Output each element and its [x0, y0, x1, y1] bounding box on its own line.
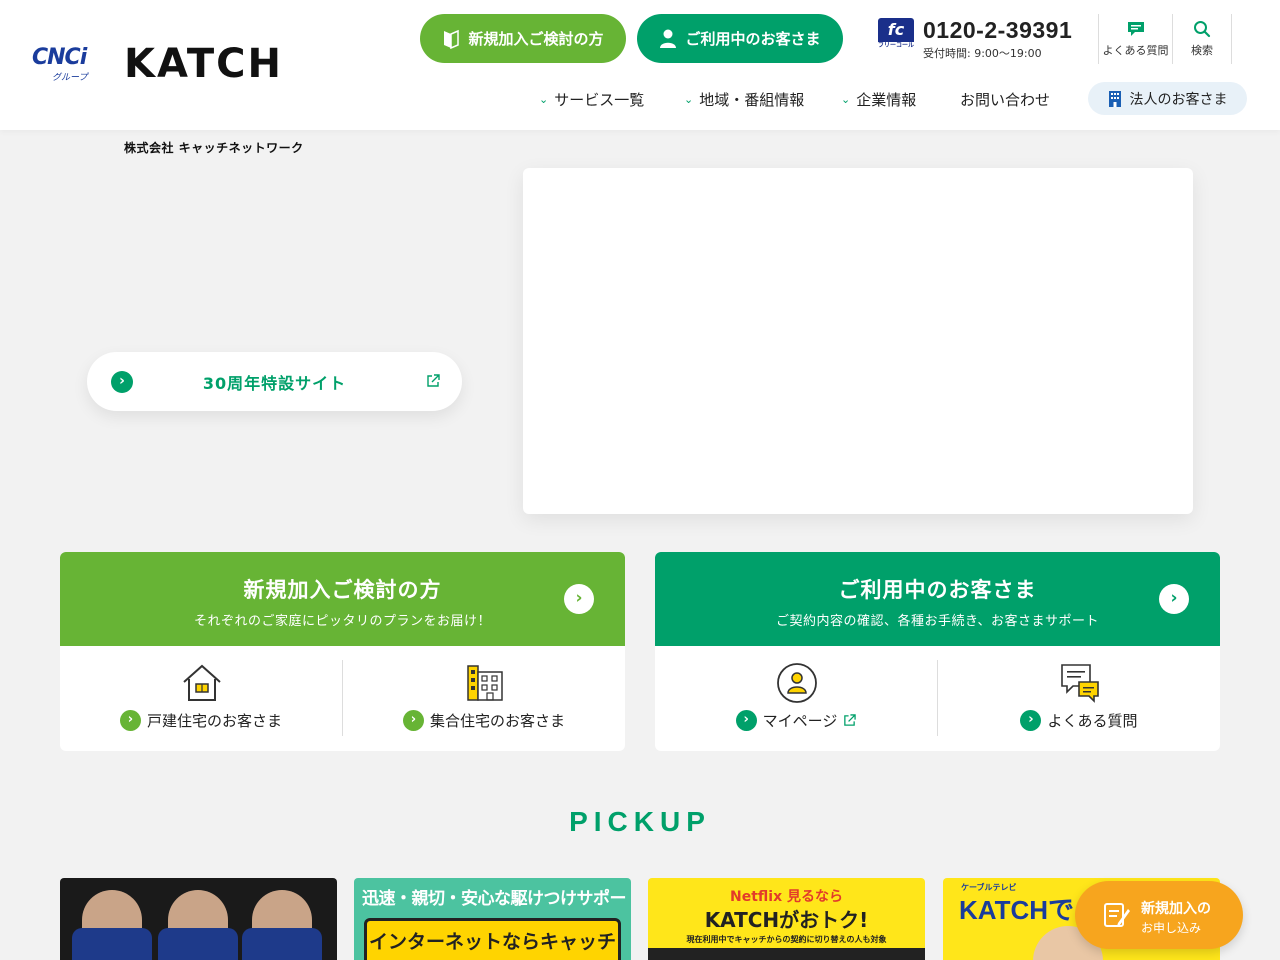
banner-player-jersey: [72, 928, 152, 960]
banner-internet-box: インターネットならキャッチ: [364, 918, 621, 960]
banner-netflix-stripe: [648, 948, 925, 960]
apply-new-subscription-button[interactable]: 新規加入の お申し込み: [1075, 881, 1243, 949]
nav-item-services[interactable]: ⌄ サービス一覧: [539, 86, 644, 112]
detached-house-link[interactable]: › 戸建住宅のお客さま: [60, 646, 342, 751]
search-icon: [1194, 21, 1211, 38]
banner-player-jersey: [242, 928, 322, 960]
phone-number: 0120-2-39391: [923, 17, 1073, 43]
apartment-building-icon: [467, 665, 503, 701]
current-customer-card-desc: ご契約内容の確認、各種お手続き、お客さまサポート: [775, 614, 1100, 629]
nav-item-label: 企業情報: [856, 90, 917, 109]
pickup-banner-internet[interactable]: 迅速・親切・安心な駆けつけサポートも。 インターネットならキャッチ: [354, 878, 631, 960]
banner-netflix-line3: 現在利用中でキャッチからの契約に切り替えの人も対象: [686, 935, 887, 944]
current-customer-card-header[interactable]: ご利用中のお客さま ご契約内容の確認、各種お手続き、お客さまサポート ›: [655, 552, 1220, 646]
external-link-icon: [844, 714, 857, 726]
nav-item-contact[interactable]: お問い合わせ: [960, 86, 1050, 112]
cnci-group-label: グループ: [52, 73, 88, 83]
free-call-badge-sub: フリーコール: [878, 42, 915, 50]
faq-card-label: よくある質問: [1047, 712, 1138, 730]
corporate-customers-label: 法人のお客さま: [1129, 91, 1228, 108]
banner-player-jersey: [158, 928, 238, 960]
cnci-logo-text: CNCi: [32, 45, 87, 70]
faq-link[interactable]: よくある質問: [1098, 14, 1172, 64]
current-customer-card: ご利用中のお客さま ご契約内容の確認、各種お手続き、お客さまサポート › › マイ…: [655, 552, 1220, 751]
corporate-customers-button[interactable]: 法人のお客さま: [1088, 82, 1247, 115]
nav-item-label: 地域・番組情報: [699, 90, 805, 109]
current-customer-card-title: ご利用中のお客さま: [838, 578, 1037, 602]
free-call-badge: fc フリーコール: [878, 18, 915, 50]
building-icon: [1108, 90, 1121, 107]
faq-link-label: よくある質問: [1102, 44, 1169, 57]
new-customer-button[interactable]: 新規加入ご検討の方: [420, 14, 626, 63]
nav-item-regional-info[interactable]: ⌄ 地域・番組情報: [684, 86, 804, 112]
arrow-right-icon: ›: [1159, 584, 1189, 614]
banner-netflix-line2: KATCHがおトク!: [704, 908, 869, 932]
arrow-right-icon: ›: [564, 584, 594, 614]
application-form-icon: [1104, 903, 1130, 927]
apartment-label: 集合住宅のお客さま: [429, 712, 565, 730]
header-utility-links: よくある質問 検索: [1098, 14, 1232, 64]
katch-logo-wordmark: KATCH: [124, 41, 283, 87]
apartment-link[interactable]: › 集合住宅のお客さま: [343, 646, 625, 751]
mypage-link[interactable]: › マイページ: [655, 646, 937, 751]
katch-logo[interactable]: KATCH 株式会社 キャッチネットワーク: [124, 41, 316, 155]
pickup-heading: PICKUP: [569, 806, 711, 837]
new-customer-card-header[interactable]: 新規加入ご検討の方 それぞれのご家庭にピッタリのプランをお届け！ ›: [60, 552, 625, 646]
arrow-right-icon: ›: [1020, 710, 1042, 731]
search-link[interactable]: 検索: [1172, 14, 1232, 64]
pickup-banner-basketball[interactable]: [60, 878, 337, 960]
faq-card-link[interactable]: › よくある質問: [938, 646, 1220, 751]
external-link-icon: [427, 374, 440, 387]
chat-bubble-icon: [1127, 22, 1144, 36]
current-customer-button[interactable]: ご利用中のお客さま: [637, 14, 843, 63]
user-circle-icon: [777, 663, 817, 703]
new-customer-button-label: 新規加入ご検討の方: [468, 30, 604, 48]
apply-button-line2: お申し込み: [1141, 921, 1202, 935]
arrow-right-icon: ›: [119, 710, 141, 731]
apply-button-line1: 新規加入の: [1141, 901, 1211, 917]
katch-logo-company-name: 株式会社 キャッチネットワーク: [124, 141, 304, 155]
new-customer-card-desc: それぞれのご家庭にピッタリのプランをお届け！: [193, 614, 491, 629]
beginner-mark-icon: [444, 29, 460, 49]
current-customer-button-label: ご利用中のお客さま: [685, 30, 821, 48]
banner-netflix-line1: Netflix 見るなら: [730, 889, 843, 905]
nav-item-label: お問い合わせ: [960, 90, 1051, 109]
free-call-badge-text: fc: [887, 20, 905, 39]
user-icon: [660, 29, 677, 48]
30th-anniversary-link[interactable]: › 30周年特設サイト: [87, 352, 462, 411]
mypage-label: マイページ: [762, 712, 838, 730]
chevron-down-icon: ⌄: [539, 92, 549, 106]
nav-item-company[interactable]: ⌄ 企業情報: [841, 86, 916, 112]
search-link-label: 検索: [1191, 44, 1213, 57]
chevron-down-icon: ⌄: [684, 92, 694, 106]
hero-video-area[interactable]: [523, 168, 1193, 514]
banner-internet-line2: インターネットならキャッチ: [368, 931, 616, 953]
site-header: CNCi グループ KATCH 株式会社 キャッチネットワーク 新規加入ご検討の…: [0, 0, 1280, 155]
nav-item-label: サービス一覧: [554, 90, 645, 109]
30th-anniversary-label: 30周年特設サイト: [202, 373, 347, 393]
pickup-banner-netflix[interactable]: Netflix 見るなら KATCHがおトク! 現在利用中でキャッチからの契約に…: [648, 878, 925, 960]
banner-cabletv-line2: KATCHで: [959, 895, 1075, 925]
arrow-right-icon: ›: [402, 710, 424, 731]
arrow-right-icon: ›: [735, 710, 757, 731]
new-customer-card: 新規加入ご検討の方 それぞれのご家庭にピッタリのプランをお届け！ › › 戸建住宅…: [60, 552, 625, 751]
faq-chat-icon: [1061, 664, 1099, 703]
phone-contact[interactable]: fc フリーコール 0120-2-39391 受付時間: 9:00〜19:00: [878, 17, 1083, 63]
phone-hours: 受付時間: 9:00〜19:00: [923, 47, 1042, 60]
new-customer-card-title: 新規加入ご検討の方: [243, 578, 442, 602]
cnci-group-logo[interactable]: CNCi グループ: [32, 45, 106, 84]
detached-house-label: 戸建住宅のお客さま: [146, 712, 282, 730]
banner-internet-line1: 迅速・親切・安心な駆けつけサポートも。: [362, 889, 631, 909]
house-icon: [183, 664, 221, 701]
chevron-down-icon: ⌄: [841, 92, 851, 106]
